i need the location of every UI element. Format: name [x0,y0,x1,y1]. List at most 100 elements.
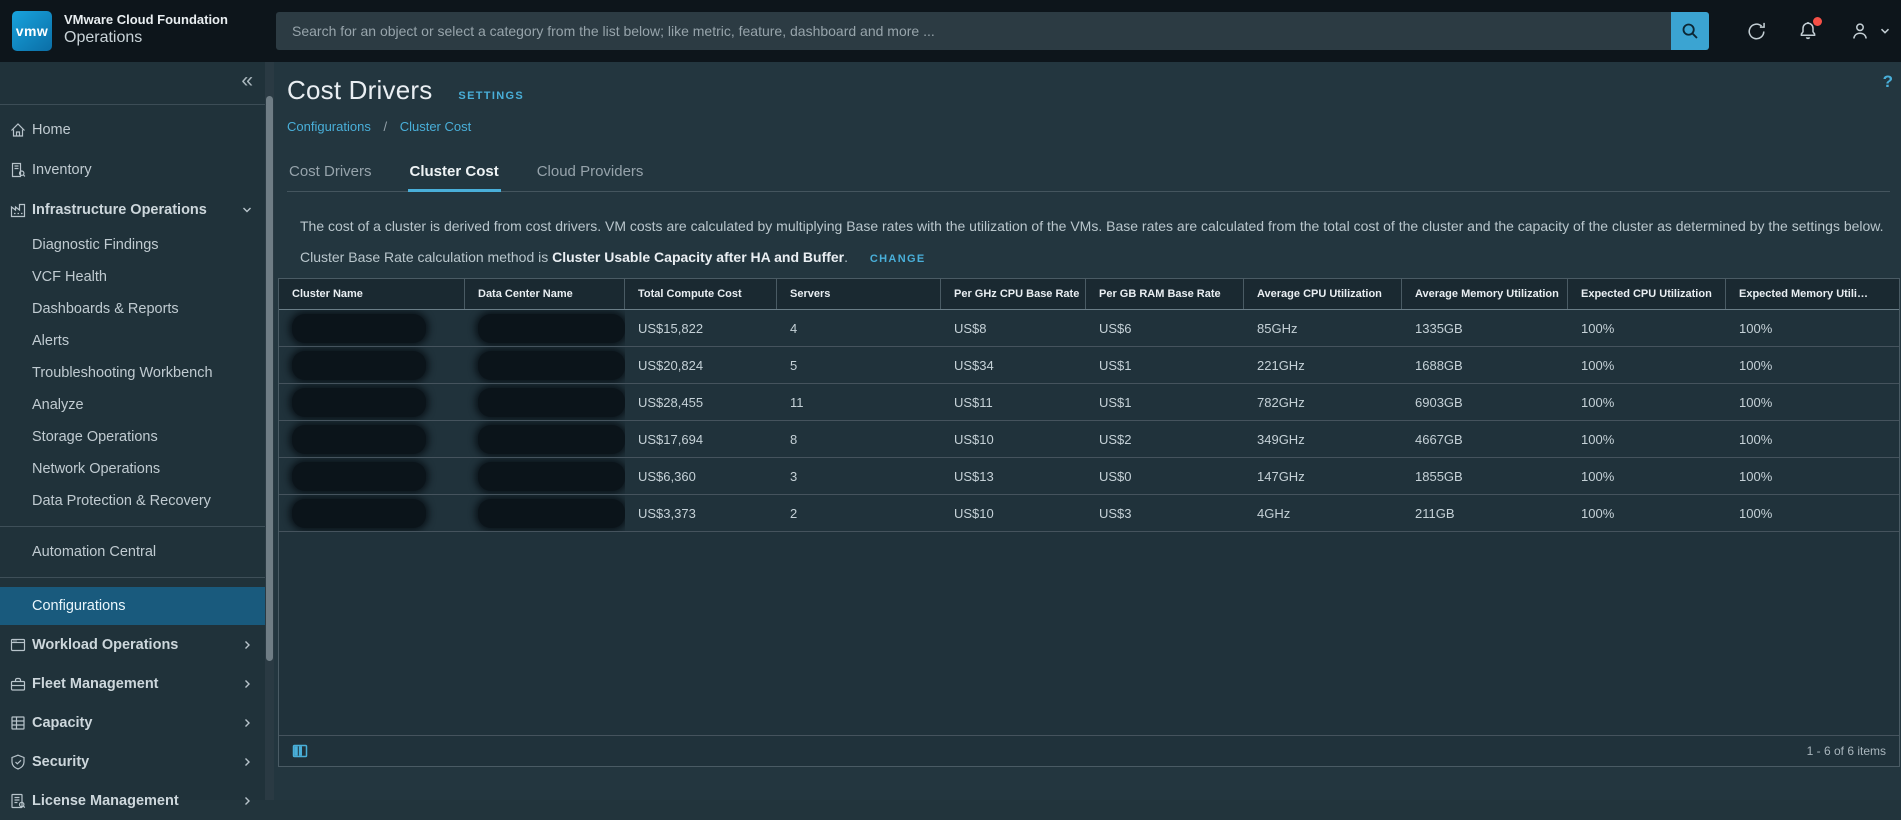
refresh-button[interactable] [1745,20,1768,43]
cell-per-ghz-cpu-base-rate: US$13 [941,458,1086,494]
cell-data-center-name [465,310,625,346]
cell-cluster-name [279,458,465,494]
search-icon [1679,20,1701,42]
sidebar-item-security[interactable]: Security [0,742,265,781]
cell-per-gb-ram-base-rate: US$1 [1086,384,1244,420]
user-menu-button[interactable] [1848,19,1891,43]
cell-average-cpu-utilization: 221GHz [1244,347,1402,383]
sidebar-item-label: Workload Operations [32,637,178,653]
sidebar-item-vcf-health[interactable]: VCF Health [0,261,265,293]
cell-per-ghz-cpu-base-rate: US$10 [941,495,1086,531]
column-header-cluster-name[interactable]: Cluster Name [279,279,465,309]
capacity-icon [9,714,27,732]
redacted-value [478,351,625,380]
sidebar-item-data-protection-recovery[interactable]: Data Protection & Recovery [0,485,265,517]
cell-data-center-name [465,458,625,494]
table-footer: 1 - 6 of 6 items [279,735,1899,766]
sidebar-item-alerts[interactable]: Alerts [0,325,265,357]
sidebar-item-storage-operations[interactable]: Storage Operations [0,421,265,453]
cell-cluster-name [279,495,465,531]
column-header-servers[interactable]: Servers [777,279,941,309]
scrollbar-thumb[interactable] [266,96,273,661]
method-prefix: Cluster Base Rate calculation method is [300,249,548,265]
sidebar-item-label: Infrastructure Operations [32,202,207,218]
column-header-data-center-name[interactable]: Data Center Name [465,279,625,309]
sidebar-item-automation-central[interactable]: Automation Central [0,536,265,568]
cell-average-cpu-utilization: 782GHz [1244,384,1402,420]
sidebar-item-configurations[interactable]: Configurations [0,587,265,625]
column-toggle-button[interactable] [292,743,308,759]
sidebar-item-home[interactable]: Home [0,110,265,150]
sidebar-divider [0,577,265,578]
sidebar-item-license-management[interactable]: License Management [0,781,265,820]
cell-expected-memory-utilization: 100% [1726,347,1899,383]
sidebar-item-analyze[interactable]: Analyze [0,389,265,421]
search-button[interactable] [1671,12,1709,50]
cell-expected-cpu-utilization: 100% [1568,384,1726,420]
sidebar-item-capacity[interactable]: Capacity [0,703,265,742]
vertical-scrollbar[interactable] [265,62,274,800]
chevron-right-icon [241,678,253,690]
cell-average-memory-utilization: 4667GB [1402,421,1568,457]
redacted-value [292,425,426,454]
cell-expected-cpu-utilization: 100% [1568,421,1726,457]
redacted-value [478,462,625,491]
sidebar-item-troubleshooting-workbench[interactable]: Troubleshooting Workbench [0,357,265,389]
sidebar-item-fleet-management[interactable]: Fleet Management [0,664,265,703]
column-header-label: Data Center Name [478,288,573,300]
tab-cost-drivers[interactable]: Cost Drivers [287,159,374,192]
tab-cluster-cost[interactable]: Cluster Cost [408,159,501,192]
table-row[interactable]: US$3,3732US$10US$34GHz211GB100%100% [279,495,1899,532]
column-header-expected-cpu-utilization[interactable]: Expected CPU Utilization [1568,279,1726,309]
workload-icon [9,636,27,654]
change-link[interactable]: CHANGE [870,253,926,265]
redacted-value [478,314,625,343]
cell-per-gb-ram-base-rate: US$1 [1086,347,1244,383]
redacted-value [478,388,625,417]
table-row[interactable]: US$28,45511US$11US$1782GHz6903GB100%100% [279,384,1899,421]
sidebar-item-network-operations[interactable]: Network Operations [0,453,265,485]
main-content: Cost Drivers SETTINGS ? Configurations /… [265,62,1901,800]
column-header-per-gb-ram-base-rate[interactable]: Per GB RAM Base Rate [1086,279,1244,309]
help-icon[interactable]: ? [1883,72,1893,92]
table-row[interactable]: US$15,8224US$8US$685GHz1335GB100%100% [279,310,1899,347]
cell-total-compute-cost: US$20,824 [625,347,777,383]
column-header-average-memory-utilization[interactable]: Average Memory Utilization [1402,279,1568,309]
sidebar-item-workload-operations[interactable]: Workload Operations [0,625,265,664]
sidebar-item-dashboards-reports[interactable]: Dashboards & Reports [0,293,265,325]
cell-total-compute-cost: US$6,360 [625,458,777,494]
notifications-button[interactable] [1796,19,1820,43]
global-search-input[interactable] [276,12,1671,50]
tab-cloud-providers[interactable]: Cloud Providers [535,159,646,192]
sidebar-header: « [0,62,265,105]
table-row[interactable]: US$6,3603US$13US$0147GHz1855GB100%100% [279,458,1899,495]
settings-link[interactable]: SETTINGS [458,90,524,102]
infrastructure-icon [9,201,27,219]
sidebar-item-infrastructure-operations[interactable]: Infrastructure Operations [0,190,265,229]
table-header-row: Cluster Name Data Center Name Total Comput… [279,279,1899,310]
cell-servers: 4 [777,310,941,346]
column-header-average-cpu-utilization[interactable]: Average CPU Utilization [1244,279,1402,309]
breadcrumb-link-cluster-cost[interactable]: Cluster Cost [400,119,472,134]
redacted-value [478,499,625,528]
redacted-value [292,388,426,417]
breadcrumb-link-configurations[interactable]: Configurations [287,119,371,134]
table-row[interactable]: US$20,8245US$34US$1221GHz1688GB100%100% [279,347,1899,384]
sidebar-item-inventory[interactable]: Inventory [0,150,265,190]
column-header-expected-memory-utilization[interactable]: Expected Memory Utilization [1726,279,1899,309]
column-header-per-ghz-cpu-base-rate[interactable]: Per GHz CPU Base Rate [941,279,1086,309]
chevron-right-icon [241,717,253,729]
column-header-label: Expected Memory Utilization [1739,288,1871,300]
page-title: Cost Drivers [287,75,432,106]
sidebar: « Home Inventory Infrastructure Operations… [0,62,265,800]
cell-cluster-name [279,310,465,346]
sidebar-item-diagnostic-findings[interactable]: Diagnostic Findings [0,229,265,261]
cell-data-center-name [465,495,625,531]
table-row[interactable]: US$17,6948US$10US$2349GHz4667GB100%100% [279,421,1899,458]
pagination-summary: 1 - 6 of 6 items [1807,744,1886,758]
sidebar-item-label: Inventory [32,162,92,178]
column-header-total-compute-cost[interactable]: Total Compute Cost [625,279,777,309]
sidebar-item-label: Analyze [32,397,84,413]
sidebar-collapse-button[interactable]: « [241,69,253,93]
redacted-value [292,314,426,343]
